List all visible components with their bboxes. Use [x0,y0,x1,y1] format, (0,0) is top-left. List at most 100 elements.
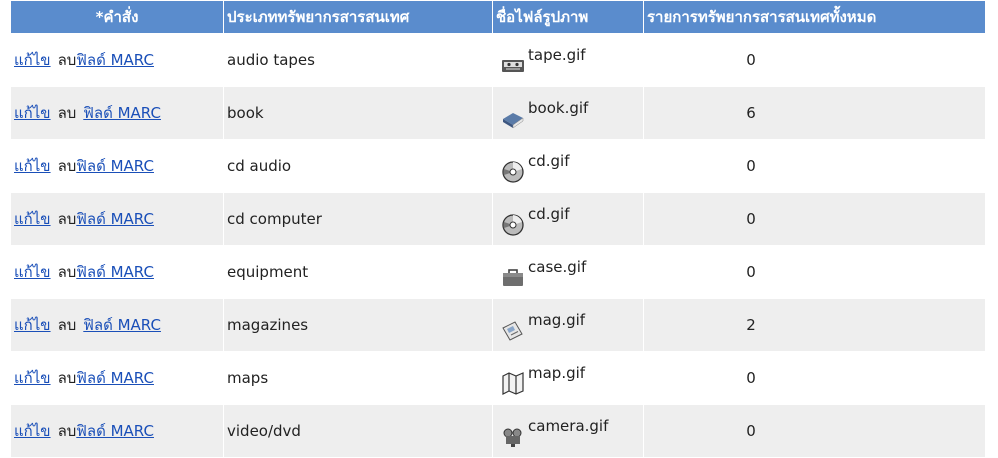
camera-icon [500,422,526,448]
edit-link[interactable]: แก้ไข [14,210,51,228]
type-cell: magazines [224,299,492,351]
image-file: cd.gif [496,202,640,236]
type-cell: video/dvd [224,405,492,457]
material-types-table-wrap: *คำสั่ง ประเภททรัพยากรสารสนเทศ ชื่อไฟล์ร… [10,0,986,458]
table-row: แก้ไข ลบฟิลด์ MARC maps map.gif 0 [11,352,985,404]
image-filename: book.gif [528,99,589,117]
delete-link[interactable]: ลบ [58,369,77,387]
cd-icon [500,157,526,183]
table-row: แก้ไข ลบ ฟิลด์ MARC magazines mag.gif 2 [11,299,985,351]
count-cell: 6 [644,87,985,139]
image-filename: cd.gif [528,205,570,223]
header-type: ประเภททรัพยากรสารสนเทศ [224,1,492,33]
count-value: 0 [746,210,756,228]
actions-cell: แก้ไข ลบ ฟิลด์ MARC [11,87,223,139]
delete-link[interactable]: ลบ [58,51,77,69]
magazine-icon [500,316,526,342]
image-filename: tape.gif [528,46,586,64]
book-icon [500,104,526,130]
image-filename: case.gif [528,258,587,276]
header-count: รายการทรัพยากรสารสนเทศทั้งหมด [644,1,985,33]
table-row: แก้ไข ลบฟิลด์ MARC cd audio cd.gif 0 [11,140,985,192]
image-cell: book.gif [493,87,643,139]
image-cell: map.gif [493,352,643,404]
type-label: equipment [227,263,309,281]
image-file: book.gif [496,96,640,130]
count-cell: 0 [644,34,985,86]
marc-link[interactable]: ฟิลด์ MARC [76,157,154,175]
delete-link[interactable]: ลบ [58,157,77,175]
actions-cell: แก้ไข ลบฟิลด์ MARC [11,405,223,457]
edit-link[interactable]: แก้ไข [14,157,51,175]
image-filename: map.gif [528,364,586,382]
type-label: video/dvd [227,422,301,440]
count-cell: 0 [644,352,985,404]
count-value: 0 [746,51,756,69]
image-filename: mag.gif [528,311,586,329]
image-file: camera.gif [496,414,640,448]
header-image: ชื่อไฟล์รูปภาพ [493,1,643,33]
count-value: 0 [746,263,756,281]
edit-link[interactable]: แก้ไข [14,316,51,334]
actions-cell: แก้ไข ลบฟิลด์ MARC [11,34,223,86]
type-cell: audio tapes [224,34,492,86]
map-icon [500,369,526,395]
type-cell: equipment [224,246,492,298]
marc-link[interactable]: ฟิลด์ MARC [76,369,154,387]
marc-link[interactable]: ฟิลด์ MARC [83,104,161,122]
delete-link[interactable]: ลบ [58,210,77,228]
image-cell: cd.gif [493,193,643,245]
table-row: แก้ไข ลบฟิลด์ MARC audio tapes tape.gif 0 [11,34,985,86]
table-row: แก้ไข ลบฟิลด์ MARC equipment case.gif 0 [11,246,985,298]
count-value: 2 [746,316,756,334]
actions-cell: แก้ไข ลบฟิลด์ MARC [11,246,223,298]
type-cell: book [224,87,492,139]
actions-cell: แก้ไข ลบฟิลด์ MARC [11,140,223,192]
count-cell: 0 [644,140,985,192]
tape-icon [500,51,526,77]
marc-link[interactable]: ฟิลด์ MARC [76,263,154,281]
delete-link[interactable]: ลบ [58,422,77,440]
image-file: tape.gif [496,43,640,77]
table-header-row: *คำสั่ง ประเภททรัพยากรสารสนเทศ ชื่อไฟล์ร… [11,1,985,33]
type-label: book [227,104,264,122]
image-filename: camera.gif [528,417,609,435]
type-label: audio tapes [227,51,315,69]
image-cell: camera.gif [493,405,643,457]
material-types-table: *คำสั่ง ประเภททรัพยากรสารสนเทศ ชื่อไฟล์ร… [10,0,986,458]
table-row: แก้ไข ลบ ฟิลด์ MARC book book.gif 6 [11,87,985,139]
edit-link[interactable]: แก้ไข [14,422,51,440]
edit-link[interactable]: แก้ไข [14,104,51,122]
type-cell: cd computer [224,193,492,245]
marc-link[interactable]: ฟิลด์ MARC [83,316,161,334]
cd-icon [500,210,526,236]
header-command: *คำสั่ง [11,1,223,33]
image-cell: mag.gif [493,299,643,351]
delete-link: ลบ [57,104,77,122]
edit-link[interactable]: แก้ไข [14,263,51,281]
edit-link[interactable]: แก้ไข [14,369,51,387]
marc-link[interactable]: ฟิลด์ MARC [76,210,154,228]
marc-link[interactable]: ฟิลด์ MARC [76,51,154,69]
count-value: 0 [746,369,756,387]
image-cell: cd.gif [493,140,643,192]
image-file: cd.gif [496,149,640,183]
image-file: mag.gif [496,308,640,342]
count-value: 6 [746,104,756,122]
delete-link: ลบ [57,316,77,334]
actions-cell: แก้ไข ลบฟิลด์ MARC [11,193,223,245]
image-file: map.gif [496,361,640,395]
image-file: case.gif [496,255,640,289]
type-cell: cd audio [224,140,492,192]
count-cell: 0 [644,193,985,245]
type-label: magazines [227,316,309,334]
table-row: แก้ไข ลบฟิลด์ MARC video/dvd camera.gif 0 [11,405,985,457]
count-cell: 0 [644,405,985,457]
marc-link[interactable]: ฟิลด์ MARC [76,422,154,440]
actions-cell: แก้ไข ลบฟิลด์ MARC [11,352,223,404]
delete-link[interactable]: ลบ [58,263,77,281]
count-value: 0 [746,422,756,440]
type-label: cd audio [227,157,292,175]
edit-link[interactable]: แก้ไข [14,51,51,69]
image-cell: tape.gif [493,34,643,86]
